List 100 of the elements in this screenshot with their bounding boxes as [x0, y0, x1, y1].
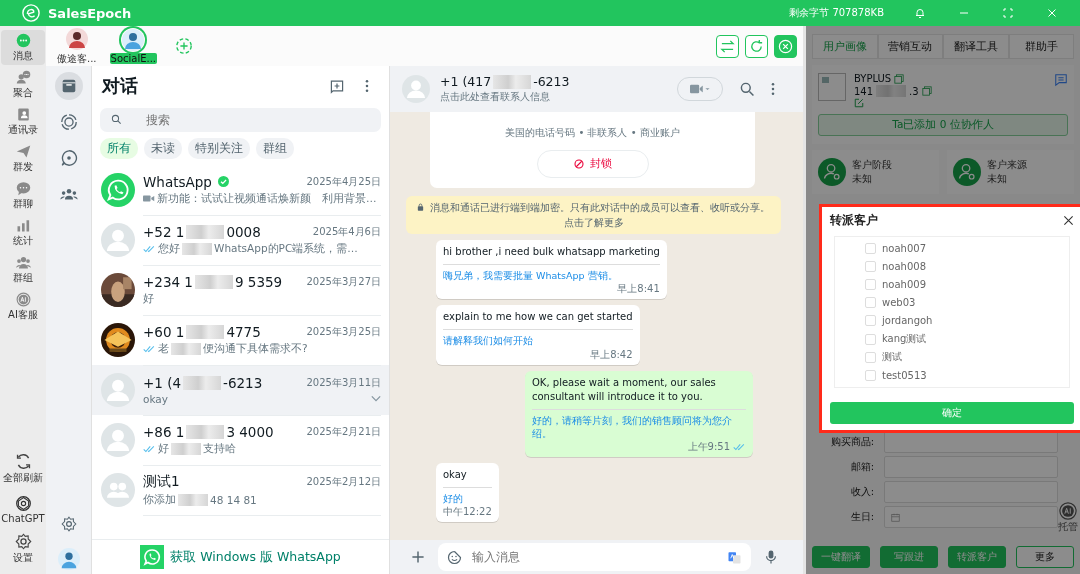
avatar-icon — [121, 28, 146, 52]
contact-name: -6213 — [223, 374, 263, 391]
chat-row[interactable]: 测试1 2025年2月12日 你添加 48 14 81 — [92, 465, 389, 515]
block-icon — [573, 159, 584, 169]
encryption-notice[interactable]: 消息和通话已进行端到端加密。只有此对话中的成员可以查看、收听或分享。点击了解更多 — [406, 196, 781, 234]
switch-button[interactable] — [716, 34, 739, 58]
action-button[interactable]: 更多 — [1016, 546, 1074, 568]
copy-icon[interactable] — [894, 73, 905, 84]
nav-item[interactable]: 统计 — [1, 215, 45, 250]
option-checkbox[interactable]: noah009 — [865, 275, 1069, 294]
avatar-icon — [101, 223, 135, 257]
option-checkbox[interactable]: test0513 — [865, 366, 1069, 385]
option-checkbox[interactable]: web03 — [865, 293, 1069, 312]
avatar-icon[interactable] — [57, 548, 80, 570]
bell-icon[interactable] — [914, 7, 926, 19]
sticker-icon[interactable] — [447, 549, 462, 565]
search-field[interactable]: 搜索 — [100, 108, 381, 132]
field-label: 生日: — [849, 510, 874, 524]
copy-icon[interactable] — [921, 86, 932, 96]
chat-row[interactable]: +1 (4 -6213 2025年3月11日 okay — [92, 365, 389, 415]
chat-row[interactable]: WhatsApp 2025年4月25日 新功能：试试让视频通话焕新颜 利用背景… — [92, 165, 389, 215]
option-checkbox[interactable]: noah007 — [865, 239, 1069, 258]
panel-tab[interactable]: 营销互动 — [877, 34, 943, 59]
text-field[interactable] — [884, 431, 1058, 453]
plus-icon[interactable] — [410, 549, 426, 565]
refresh-icon — [749, 38, 764, 54]
nav-item[interactable]: AI客服 — [1, 289, 45, 324]
message-preview: WhatsApp的PC端系统，需… — [214, 241, 358, 256]
block-button[interactable]: 封锁 — [536, 150, 649, 178]
panel-tab[interactable]: 群助手 — [1008, 34, 1074, 59]
filter-chip[interactable]: 未读 — [144, 138, 182, 159]
contact-name: +60 1 — [143, 323, 185, 340]
chat-row[interactable]: +52 1 0008 2025年4月6日 您好 WhatsApp的PC端系统，需… — [92, 215, 389, 265]
option-checkbox[interactable]: 测试 — [865, 348, 1069, 367]
option-checkbox[interactable]: kang测试 — [865, 329, 1069, 349]
ai-icon[interactable] — [1059, 502, 1077, 520]
nav-item[interactable]: 通讯录 — [1, 104, 45, 139]
field-label: 邮箱: — [849, 460, 874, 474]
filter-chip[interactable]: 所有 — [100, 138, 138, 159]
nav-item[interactable]: 群组 — [1, 252, 45, 287]
avatar-icon — [101, 373, 135, 407]
contact-info-link[interactable]: 点击此处查看联系人信息 — [440, 90, 570, 104]
chat-row[interactable]: +86 1 3 4000 2025年2月21日 好 支持哈 — [92, 415, 389, 465]
date-field[interactable] — [884, 506, 1058, 528]
new-chat-icon[interactable] — [329, 78, 345, 94]
blurred-area — [493, 74, 532, 89]
option-checkbox[interactable]: jordangoh — [865, 311, 1069, 330]
nav-item[interactable]: 全部刷新 — [1, 450, 45, 488]
message-preview: 48 14 81 — [210, 493, 257, 506]
message-icon[interactable] — [1054, 73, 1068, 87]
contact-name: +86 1 — [143, 423, 185, 440]
search-icon[interactable] — [739, 81, 755, 97]
close-icon[interactable] — [1063, 215, 1074, 226]
video-call-button[interactable] — [677, 77, 723, 101]
video-icon — [690, 84, 710, 94]
blurred-area — [171, 342, 201, 355]
nav-item[interactable]: 群发 — [1, 141, 45, 176]
settings-icon[interactable] — [60, 516, 77, 532]
panel-tab[interactable]: 翻译工具 — [943, 34, 1009, 59]
message-text: okay — [443, 468, 492, 489]
close-button[interactable] — [774, 34, 797, 58]
refresh-button[interactable] — [745, 34, 768, 58]
nav-item[interactable]: 消息 — [1, 30, 45, 65]
nav-item[interactable]: 群聊 — [1, 178, 45, 213]
nav-item[interactable]: 设置 — [1, 530, 45, 568]
chat-row[interactable]: +60 1 4775 2025年3月25日 老 便沟通下具体需求不? — [92, 315, 389, 365]
maximize-icon[interactable] — [1002, 7, 1014, 19]
translation-text: 好的，请稍等片刻，我们的销售顾问将为您介绍。 — [532, 413, 733, 441]
add-icon[interactable] — [175, 37, 194, 55]
chevron-down-icon[interactable] — [371, 395, 381, 402]
edit-icon[interactable] — [854, 98, 864, 108]
option-checkbox[interactable]: noah008 — [865, 257, 1069, 276]
chat-date: 2025年4月6日 — [312, 224, 381, 239]
microphone-icon[interactable] — [763, 549, 779, 565]
chat-date: 2025年3月25日 — [306, 324, 381, 339]
group-avatar-icon — [101, 473, 135, 507]
calendar-icon — [891, 512, 900, 522]
chat-row[interactable]: +234 1 9 5359 2025年3月27日 好 — [92, 265, 389, 315]
message-input[interactable]: 输入消息 — [438, 543, 751, 571]
account-tab[interactable]: SocialE... — [109, 28, 158, 64]
filter-chip[interactable]: 特别关注 — [188, 138, 250, 159]
message-preview: 老 — [158, 341, 169, 356]
user-search-icon — [953, 158, 981, 186]
translate-icon[interactable] — [727, 549, 742, 565]
profile-name: BYPLUS — [854, 73, 892, 84]
download-banner[interactable]: 获取 Windows 版 WhatsApp — [92, 539, 389, 574]
blurred-area — [183, 375, 222, 390]
contact-name: 9 5359 — [234, 273, 283, 290]
message-preview: 新功能：试试让视频通话焕新颜 利用背景… — [157, 191, 377, 206]
nav-item[interactable]: ChatGPT — [1, 490, 45, 528]
filter-chip[interactable]: 群组 — [256, 138, 294, 159]
contact-details: 美国的电话号码 • 非联系人 • 商业账户 — [505, 126, 680, 140]
chat-date: 2025年4月25日 — [306, 174, 381, 189]
list-title: 对话 — [102, 74, 138, 98]
blurred-area — [194, 274, 233, 289]
phone-number: .3 — [909, 85, 919, 97]
nav-item[interactable]: 聚合 — [1, 67, 45, 102]
rail-button[interactable] — [54, 72, 83, 100]
account-tab[interactable]: 傲途客... — [56, 26, 98, 66]
field-label: 购买商品: — [829, 435, 874, 449]
